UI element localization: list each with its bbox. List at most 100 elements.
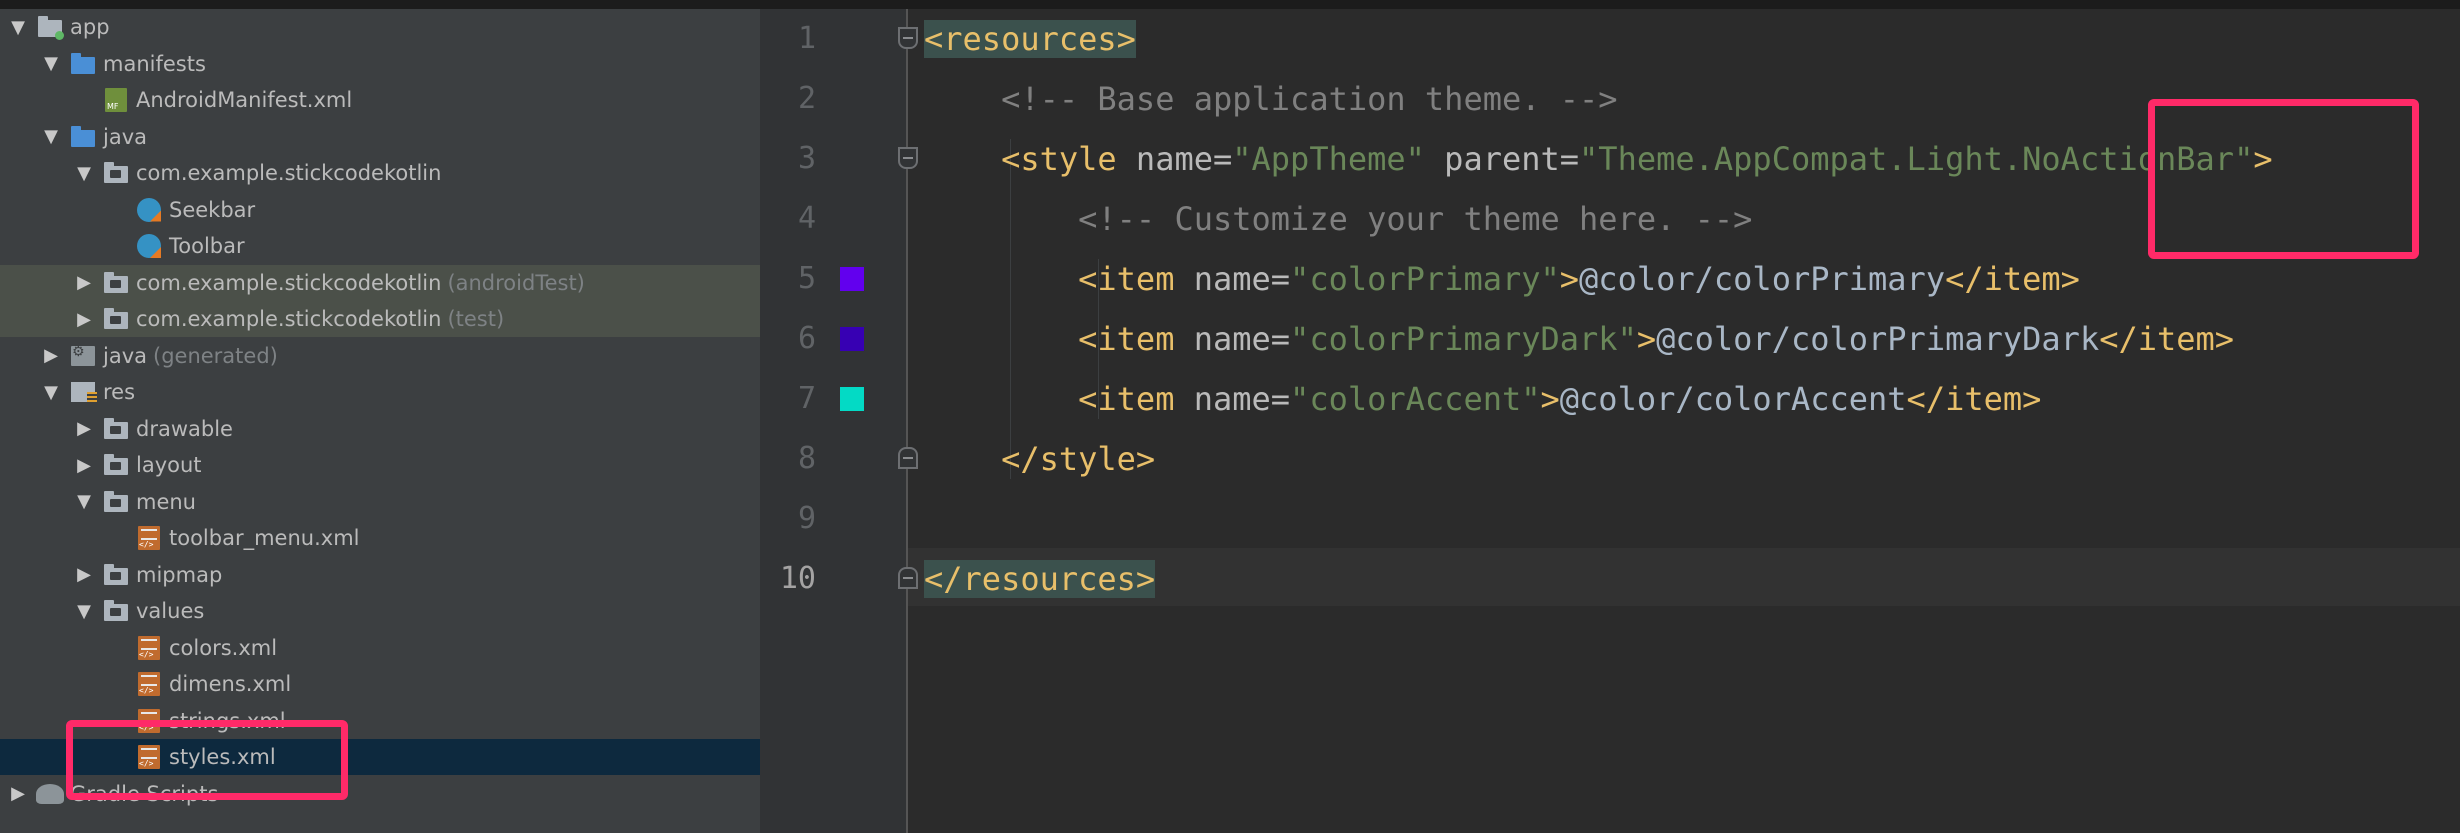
code-token: "AppTheme" [1232, 140, 1425, 178]
res-folder-icon [69, 380, 97, 404]
tree-item-toolbar-menu-xml[interactable]: toolbar_menu.xml [0, 520, 760, 556]
package-icon [102, 271, 130, 295]
top-strip [0, 0, 2460, 9]
tree-item-label: java [103, 343, 147, 368]
package-icon [102, 599, 130, 623]
tree-item-dimens-xml[interactable]: dimens.xml [0, 666, 760, 702]
code-token: > [1636, 320, 1657, 358]
tree-item-seekbar[interactable]: Seekbar [0, 192, 760, 228]
package-icon [102, 490, 130, 514]
generated-folder-icon [69, 344, 97, 368]
code-line[interactable]: </style> [924, 429, 1155, 489]
tree-item-label: Seekbar [169, 197, 256, 222]
tree-item-app[interactable]: ▼ app [0, 9, 760, 45]
color-swatch-icon[interactable] [840, 387, 864, 411]
tree-item-label: mipmap [136, 562, 223, 587]
tree-item-com-example-stickcodekotlin[interactable]: ▼ com.example.stickcodekotlin [0, 155, 760, 191]
collapse-arrow-icon[interactable]: ▶ [72, 271, 96, 295]
code-token: <resources> [924, 20, 1136, 58]
xml-file-icon [135, 745, 163, 769]
collapse-arrow-icon[interactable]: ▶ [72, 453, 96, 477]
collapse-arrow-icon[interactable]: ▶ [72, 563, 96, 587]
line-number: 1 [797, 21, 816, 56]
collapse-arrow-icon[interactable]: ▶ [72, 307, 96, 331]
collapse-arrow-icon[interactable]: ▶ [72, 417, 96, 441]
expand-arrow-icon[interactable]: ▼ [72, 599, 96, 623]
tree-item-manifests[interactable]: ▼ manifests [0, 46, 760, 82]
collapse-arrow-icon[interactable]: ▶ [6, 782, 30, 806]
tree-item-label: manifests [103, 51, 206, 76]
fold-marker-icon[interactable] [898, 27, 918, 49]
code-token: <!-- Customize your theme here. --> [924, 200, 1753, 238]
code-line[interactable]: </resources> [924, 549, 1156, 609]
tree-item-strings-xml[interactable]: strings.xml [0, 703, 760, 739]
line-number: 2 [797, 81, 816, 116]
code-token: name= [1193, 260, 1291, 298]
tree-item-label: Gradle Scripts [70, 781, 219, 806]
tree-item-java[interactable]: ▶ java(generated) [0, 338, 760, 374]
code-line[interactable]: <item name="colorAccent">@color/colorAcc… [924, 369, 2041, 429]
tree-item-drawable[interactable]: ▶ drawable [0, 411, 760, 447]
tree-item-gradle-scripts[interactable]: ▶ Gradle Scripts [0, 776, 760, 812]
expand-arrow-icon[interactable]: ▼ [39, 125, 63, 149]
expand-arrow-icon[interactable]: ▼ [6, 15, 30, 39]
expand-arrow-icon[interactable]: ▼ [39, 52, 63, 76]
code-token: </resources> [924, 560, 1156, 598]
tree-item-com-example-stickcodekotlin[interactable]: ▶ com.example.stickcodekotlin (androidTest… [0, 264, 760, 301]
tree-item-menu[interactable]: ▼ menu [0, 484, 760, 520]
tree-item-layout[interactable]: ▶ layout [0, 447, 760, 483]
blue-folder-icon [69, 125, 97, 149]
code-line[interactable]: <!-- Customize your theme here. --> [924, 189, 1752, 249]
tree-item-styles-xml[interactable]: styles.xml [0, 739, 760, 775]
tree-item-mipmap[interactable]: ▶ mipmap [0, 557, 760, 593]
xml-file-icon [135, 526, 163, 550]
code-token: @color/colorAccent [1559, 380, 1907, 418]
code-token: </item> [1906, 380, 2042, 418]
tree-item-qualifier: (generated) [153, 343, 278, 368]
tree-item-com-example-stickcodekotlin[interactable]: ▶ com.example.stickcodekotlin (test) [0, 301, 760, 337]
tree-item-res[interactable]: ▼ res [0, 374, 760, 410]
expand-arrow-icon[interactable]: ▼ [39, 380, 63, 404]
code-token: <style [924, 140, 1136, 178]
project-tree[interactable]: ▼ app ▼ manifests AndroidManifest.xml ▼ java ▼ c… [0, 9, 760, 833]
color-swatch-icon[interactable] [840, 267, 864, 291]
fold-marker-icon[interactable] [898, 567, 918, 589]
tree-item-label: AndroidManifest.xml [136, 88, 353, 112]
package-icon [102, 563, 130, 587]
tree-item-label: java [103, 124, 147, 149]
code-line[interactable]: <item name="colorPrimaryDark">@color/col… [924, 309, 2234, 369]
line-number: 9 [797, 501, 816, 536]
tree-item-androidmanifest-xml[interactable]: AndroidManifest.xml [0, 82, 760, 118]
tree-item-qualifier: (test) [447, 307, 505, 331]
tree-item-label: styles.xml [169, 745, 276, 769]
tree-item-toolbar[interactable]: Toolbar [0, 228, 760, 264]
line-number: 7 [797, 381, 816, 416]
color-swatch-icon[interactable] [840, 327, 864, 351]
manifest-file-icon [102, 88, 130, 112]
code-token: name= [1135, 140, 1233, 178]
package-icon [102, 161, 130, 185]
collapse-arrow-icon[interactable]: ▶ [39, 344, 63, 368]
code-line[interactable]: <item name="colorPrimary">@color/colorPr… [924, 249, 2080, 309]
fold-marker-icon[interactable] [898, 147, 918, 169]
expand-arrow-icon[interactable]: ▼ [72, 161, 96, 185]
tree-item-values[interactable]: ▼ values [0, 593, 760, 629]
code-token: <item [924, 380, 1194, 418]
code-line[interactable]: <!-- Base application theme. --> [924, 69, 1618, 129]
expand-arrow-icon[interactable]: ▼ [72, 490, 96, 514]
fold-marker-icon[interactable] [898, 447, 918, 469]
tree-item-label: menu [136, 489, 196, 514]
tree-item-label: layout [136, 453, 202, 477]
line-number: 5 [797, 261, 816, 296]
tree-item-label: com.example.stickcodekotlin [136, 270, 442, 295]
tree-item-java[interactable]: ▼ java [0, 119, 760, 155]
code-line[interactable]: <resources> [924, 9, 1136, 69]
code-line[interactable]: <style name="AppTheme" parent="Theme.App… [924, 129, 2273, 189]
xml-file-icon [135, 708, 163, 733]
line-number: 6 [797, 321, 816, 356]
code-token: "colorAccent" [1290, 380, 1541, 418]
tree-item-colors-xml[interactable]: colors.xml [0, 630, 760, 666]
code-token: name= [1193, 320, 1291, 358]
code-token: </style> [924, 440, 1156, 478]
code-token: <item [924, 320, 1194, 358]
